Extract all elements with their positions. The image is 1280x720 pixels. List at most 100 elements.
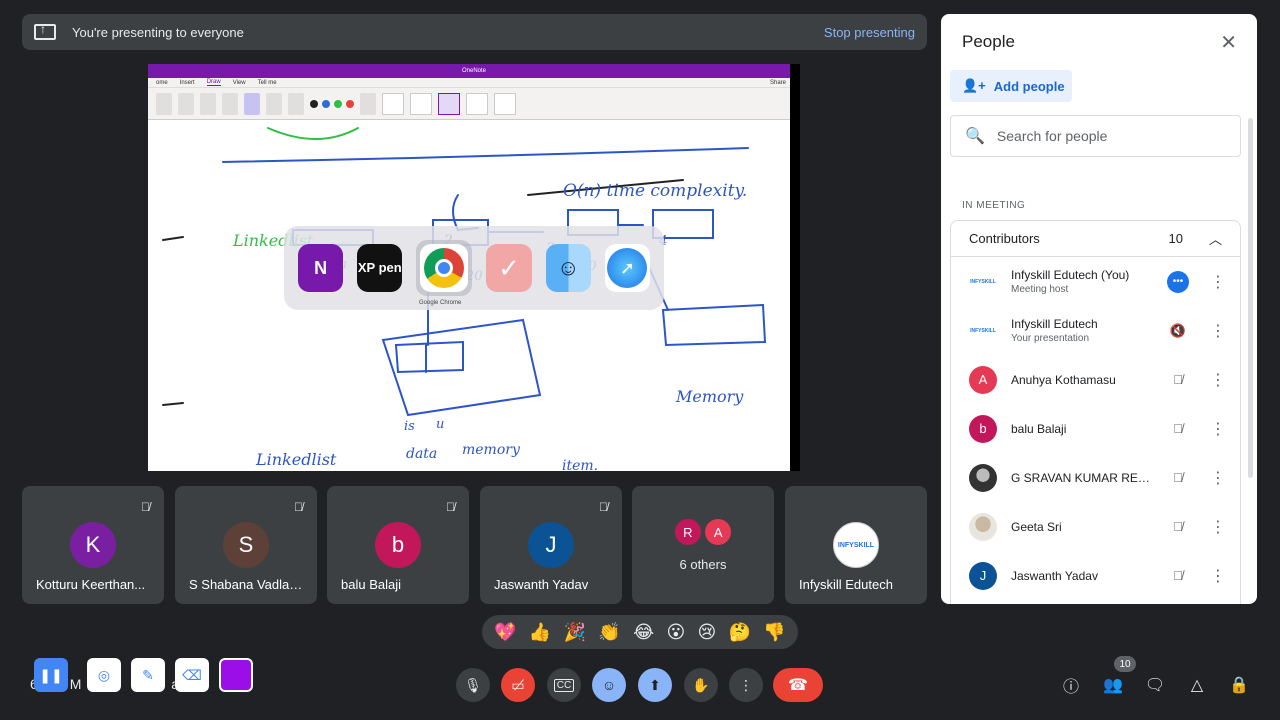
raise-hand-button[interactable]: ✋: [684, 668, 718, 702]
participant-tile[interactable]: 🎙̸ K Kotturu Keerthan...: [22, 486, 164, 604]
reaction-surprised[interactable]: 😮: [666, 622, 685, 643]
add-people-button[interactable]: 👤+ Add people: [950, 70, 1072, 102]
chrome-app-icon: [420, 244, 469, 292]
ribbon-tool: [200, 92, 216, 115]
more-vert-icon[interactable]: ⋮: [1208, 370, 1228, 390]
camera-off-button[interactable]: ▭̸: [501, 668, 535, 702]
contributors-header[interactable]: Contributors 10 ︿: [951, 221, 1240, 257]
more-vert-icon[interactable]: ⋮: [1208, 321, 1228, 341]
ribbon-marker: [266, 92, 282, 115]
ink-dot: [334, 99, 342, 108]
avatar: J: [969, 561, 997, 590]
participant-name: G SRAVAN KUMAR RED...: [1011, 470, 1151, 485]
avatar: S: [223, 522, 269, 568]
participant-name: Jaswanth Yadav: [1011, 568, 1098, 583]
eraser-tool-button[interactable]: ⌫: [175, 658, 209, 692]
more-vert-icon[interactable]: ⋮: [1208, 468, 1228, 488]
avatar: A: [705, 519, 732, 545]
ink-dot: [310, 99, 318, 108]
participant-row[interactable]: Geeta Sri 🎙̸ ⋮: [951, 502, 1242, 551]
microphone-button[interactable]: 🎙: [456, 668, 490, 702]
more-options-button[interactable]: ⋮: [729, 668, 763, 702]
ribbon-pen: [244, 92, 260, 115]
pause-annotation-button[interactable]: ❚❚: [34, 658, 68, 692]
more-vert-icon[interactable]: ⋮: [1208, 272, 1228, 292]
ticktick-app-icon[interactable]: ✓: [486, 244, 532, 292]
pencil-icon: ✎: [142, 666, 154, 683]
camera-off-icon: ▭̸: [511, 676, 525, 693]
participant-row[interactable]: J Jaswanth Yadav 🎙̸ ⋮: [951, 551, 1242, 600]
meeting-info-button[interactable]: ⓘ: [1060, 674, 1082, 696]
participant-tile[interactable]: INFYSKILL Infyskill Edutech: [785, 486, 927, 604]
mic-off-icon: 🎙̸: [1173, 372, 1183, 387]
chrome-app-selection[interactable]: [416, 240, 473, 296]
present-button[interactable]: ⬆: [638, 668, 672, 702]
more-vert-icon[interactable]: ⋮: [1208, 517, 1228, 537]
avatar-photo: [969, 463, 997, 492]
participant-tile[interactable]: 🎙̸ J Jaswanth Yadav: [480, 486, 622, 604]
mic-off-icon: 🎙̸: [141, 500, 150, 514]
participant-role: Your presentation: [1011, 333, 1090, 344]
pen-tool-button[interactable]: ✎: [131, 658, 165, 692]
participant-row[interactable]: G SRAVAN KUMAR RED... 🎙̸ ⋮: [951, 453, 1242, 502]
speaking-icon: •••: [1167, 270, 1189, 293]
panel-scrollbar[interactable]: [1248, 118, 1253, 478]
close-icon[interactable]: ✕: [1220, 30, 1237, 55]
participant-row[interactable]: b balu Balaji 🎙̸ ⋮: [951, 404, 1242, 453]
onenote-app-icon[interactable]: N: [298, 244, 344, 292]
ribbon-highlighter: [288, 92, 304, 115]
safari-app-icon[interactable]: ➚: [604, 244, 651, 292]
reaction-heart[interactable]: 💖: [494, 622, 516, 643]
search-input[interactable]: 🔍 Search for people: [950, 115, 1241, 157]
present-icon: ⬆: [649, 676, 661, 693]
avatar: J: [528, 522, 574, 568]
menu-tell-me: Tell me: [257, 79, 277, 86]
reaction-clap[interactable]: 👏: [598, 622, 620, 643]
mic-icon: 🎙: [464, 676, 482, 693]
ribbon-ink-colour: [360, 92, 376, 115]
mic-off-icon: 🎙̸: [446, 500, 455, 514]
reaction-thinking[interactable]: 🤔: [729, 622, 751, 643]
avatar: K: [70, 522, 116, 568]
others-avatars: R A: [632, 519, 774, 545]
participant-name: Infyskill Edutech: [799, 577, 893, 592]
participant-tile[interactable]: 🎙̸ b balu Balaji: [327, 486, 469, 604]
more-vert-icon[interactable]: ⋮: [1208, 419, 1228, 439]
pen-color-button[interactable]: [219, 658, 253, 692]
participant-row[interactable]: INFYSKILL Infyskill Edutech (You) Meeting…: [951, 257, 1242, 306]
reaction-party[interactable]: 🎉: [564, 622, 586, 643]
volume-off-icon: 🔇: [1169, 322, 1187, 338]
reaction-thumbs-down[interactable]: 👎: [763, 622, 785, 643]
reaction-sad[interactable]: 😢: [698, 622, 717, 643]
pen-size-selected: [438, 92, 460, 115]
infyskill-logo: INFYSKILL: [833, 522, 879, 568]
eraser-icon: ⌫: [182, 666, 202, 683]
laser-pointer-button[interactable]: ◎: [87, 658, 121, 692]
ink-dot: [322, 99, 330, 108]
participant-tile[interactable]: 🎙̸ S S Shabana Vadlab...: [175, 486, 317, 604]
people-icon: 👥: [1103, 677, 1123, 694]
stop-presenting-button[interactable]: Stop presenting: [824, 25, 915, 40]
chat-button[interactable]: 🗨: [1144, 674, 1166, 696]
group-label: Contributors: [969, 231, 1040, 246]
host-controls-button[interactable]: 🔒: [1228, 674, 1250, 696]
mic-off-icon: 🎙̸: [599, 500, 608, 514]
mic-off-icon: 🎙̸: [1173, 421, 1183, 436]
participants-count-badge: 10: [1114, 656, 1136, 672]
people-button[interactable]: 👥: [1102, 674, 1124, 696]
leave-call-button[interactable]: ☎: [773, 668, 823, 702]
reaction-thumbs-up[interactable]: 👍: [529, 622, 551, 643]
smiley-icon: ☺: [601, 677, 617, 693]
others-tile[interactable]: R A 6 others: [632, 486, 774, 604]
activities-button[interactable]: △: [1186, 674, 1208, 696]
participant-row[interactable]: INFYSKILL Infyskill Edutech Your presenta…: [951, 306, 1242, 355]
captions-button[interactable]: CC: [547, 668, 581, 702]
app-switcher: N XP pen ✓ ☺ ➚ Google Chrome: [284, 226, 664, 310]
participant-row[interactable]: A Anuhya Kothamasu 🎙̸ ⋮: [951, 355, 1242, 404]
more-vert-icon[interactable]: ⋮: [1208, 566, 1228, 586]
finder-app-icon[interactable]: ☺: [545, 244, 591, 292]
search-icon: 🔍: [965, 128, 985, 145]
emoji-reactions-button[interactable]: ☺: [592, 668, 626, 702]
reaction-laugh[interactable]: 😂: [633, 622, 654, 643]
xppen-app-icon[interactable]: XP pen: [357, 244, 403, 292]
